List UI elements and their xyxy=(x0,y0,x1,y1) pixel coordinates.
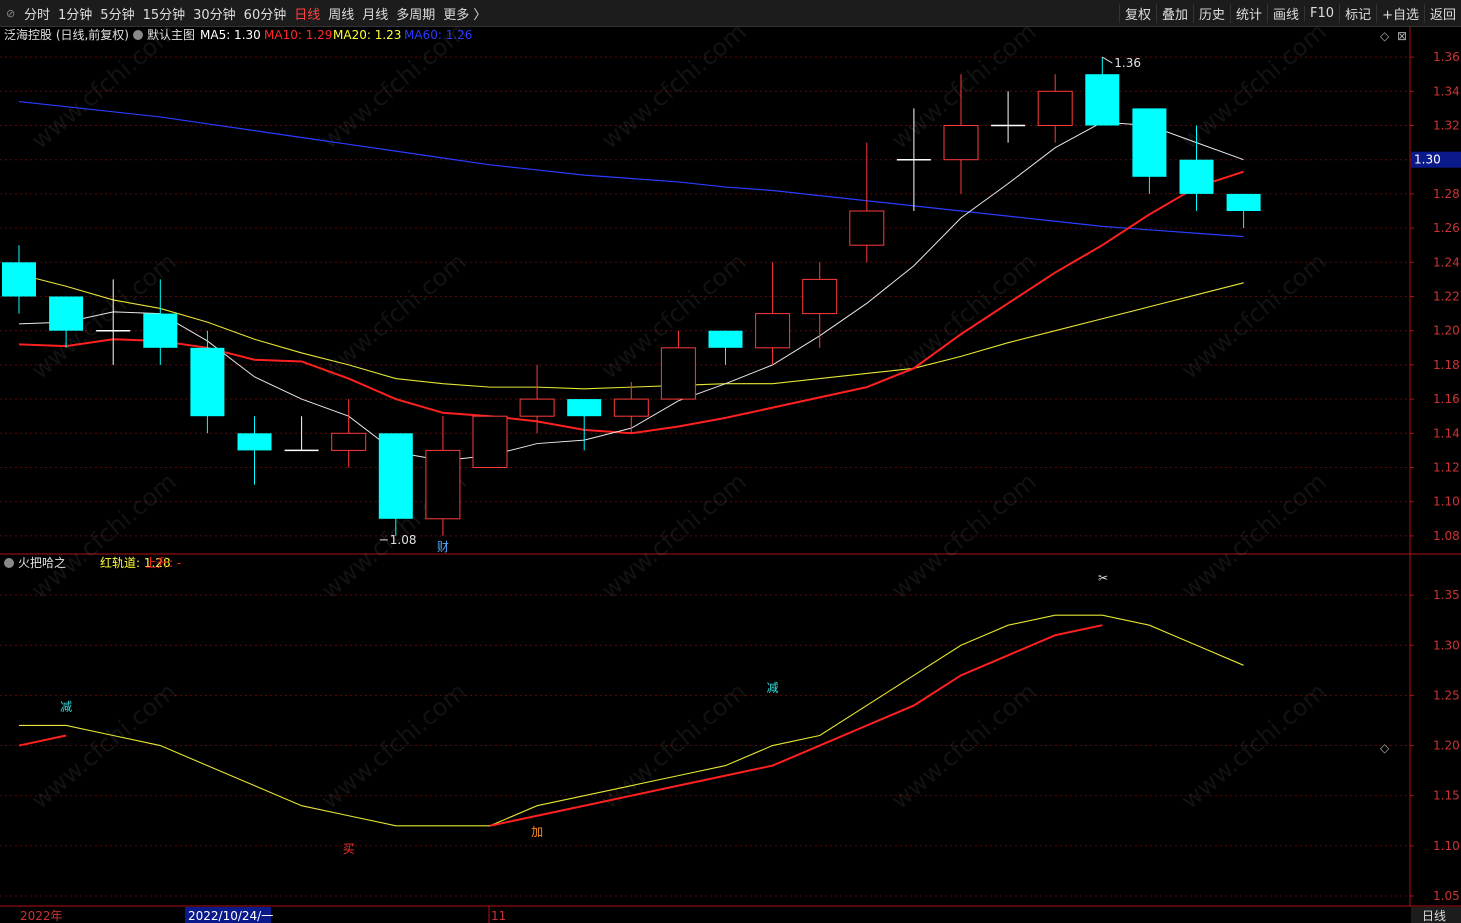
signal-label: 减 xyxy=(60,700,72,714)
candle-body xyxy=(755,313,791,349)
sub-y-tick-label: 1.05 xyxy=(1433,889,1460,903)
candle-body xyxy=(237,433,272,451)
candle-body xyxy=(943,125,979,161)
candle-body xyxy=(849,210,885,246)
tool-button-7[interactable]: +自选 xyxy=(1376,3,1424,23)
period-label: 日线 xyxy=(1422,909,1446,923)
sub-legend-item: 上升: - xyxy=(145,556,181,570)
candle-body xyxy=(1037,90,1073,127)
low-price-label: 1.08 xyxy=(390,533,417,547)
main-y-tick-label: 1.18 xyxy=(1433,358,1460,372)
main-y-tick-label: 1.08 xyxy=(1433,529,1460,543)
timeframe-tab-9[interactable]: 多周期 xyxy=(392,4,439,23)
timeframe-tab-5[interactable]: 60分钟 xyxy=(240,4,291,23)
timeframe-tab-8[interactable]: 月线 xyxy=(358,4,392,23)
tool-button-3[interactable]: 统计 xyxy=(1230,3,1267,23)
timeframe-tab-0[interactable]: 分时 xyxy=(20,4,54,23)
candle-body xyxy=(660,347,696,400)
main-y-tick-label: 1.26 xyxy=(1433,221,1460,235)
timeframe-nav: ⊘ 分时 1分钟 5分钟 15分钟 30分钟 60分钟 日线 周线 月线 多周期 更多 〉 xyxy=(6,0,490,26)
main-y-tick-label: 1.14 xyxy=(1433,426,1460,440)
candle-body xyxy=(708,330,743,348)
sub-y-tick-label: 1.35 xyxy=(1433,588,1460,602)
tool-button-0[interactable]: 复权 xyxy=(1118,3,1156,23)
sub-y-tick-label: 1.10 xyxy=(1433,839,1460,853)
main-y-tick-label: 1.22 xyxy=(1433,290,1460,304)
candle-body xyxy=(802,278,838,315)
sub-y-tick-label: 1.15 xyxy=(1433,789,1460,803)
sub-indicator-name: 火把哈之 xyxy=(18,556,66,570)
tool-button-1[interactable]: 叠加 xyxy=(1155,3,1193,23)
main-y-tick-label: 1.20 xyxy=(1433,324,1460,338)
main-y-tick-label: 1.32 xyxy=(1433,119,1460,133)
tool-button-5[interactable]: F10 xyxy=(1304,5,1339,21)
year-label: 2022年 xyxy=(20,909,63,923)
main-y-tick-label: 1.24 xyxy=(1433,255,1460,269)
close-panel-icon: ⊠ xyxy=(1397,29,1407,43)
tool-button-4[interactable]: 画线 xyxy=(1267,3,1304,23)
back-arrow-icon[interactable]: ⊘ xyxy=(6,7,20,20)
candle-body xyxy=(1179,159,1214,194)
main-y-tick-label: 1.10 xyxy=(1433,495,1460,509)
timeframe-tab-3[interactable]: 15分钟 xyxy=(139,4,190,23)
tool-button-6[interactable]: 标记 xyxy=(1339,3,1376,23)
candle-body xyxy=(472,415,508,469)
main-y-tick-label: 1.16 xyxy=(1433,392,1460,406)
price-tag: 1.30 xyxy=(1414,153,1441,167)
timeframe-tab-4[interactable]: 30分钟 xyxy=(189,4,240,23)
ma-legend-item: MA60: 1.26 xyxy=(404,28,472,42)
dropdown-circle-icon xyxy=(4,558,14,568)
candle-body xyxy=(425,449,461,520)
main-y-tick-label: 1.36 xyxy=(1433,50,1460,64)
indicator-name: 默认主图 xyxy=(147,27,195,42)
timeframe-tab-10[interactable]: 更多 〉 xyxy=(439,4,490,23)
candle-body xyxy=(2,262,36,297)
tool-button-2[interactable]: 历史 xyxy=(1192,3,1230,23)
finance-marker: 财 xyxy=(437,540,449,554)
sub-y-tick-label: 1.20 xyxy=(1433,739,1460,753)
cursor-date: 2022/10/24/一 xyxy=(188,909,273,923)
signal-label: 加 xyxy=(531,825,543,839)
candle-body xyxy=(567,399,602,417)
diamond-icon: ◇ xyxy=(1380,29,1390,43)
signal-label: 减 xyxy=(767,681,779,695)
candle-body xyxy=(331,432,367,451)
candle-body xyxy=(519,398,555,417)
main-y-tick-label: 1.34 xyxy=(1433,84,1460,98)
tool-nav: 复权 叠加 历史 统计 画线 F10 标记 +自选 返回 xyxy=(1118,0,1461,26)
dropdown-circle-icon xyxy=(133,30,143,40)
top-toolbar: ⊘ 分时 1分钟 5分钟 15分钟 30分钟 60分钟 日线 周线 月线 多周期 更多 〉 复权 叠加… xyxy=(0,0,1461,27)
candle xyxy=(472,415,508,469)
timeframe-tab-6[interactable]: 日线 xyxy=(290,4,324,23)
high-price-label: 1.36 xyxy=(1114,56,1141,70)
ma-legend-item: MA20: 1.23 xyxy=(333,28,401,42)
chart-area[interactable]: www.cfchi.com www.cfchi.com www.cfchi.com w… xyxy=(0,27,1461,923)
candle-body xyxy=(378,433,413,519)
candle-body xyxy=(190,347,225,417)
timeframe-tab-1[interactable]: 1分钟 xyxy=(54,4,96,23)
timeframe-tab-2[interactable]: 5分钟 xyxy=(96,4,138,23)
main-y-tick-label: 1.12 xyxy=(1433,461,1460,475)
candle-body xyxy=(143,313,178,348)
candle-body xyxy=(49,296,84,331)
tool-button-8[interactable]: 返回 xyxy=(1423,3,1461,23)
candle-body xyxy=(1226,193,1261,211)
scissors-icon: ✂ xyxy=(1098,571,1108,585)
candle-body xyxy=(1085,74,1120,126)
ma-legend-item: MA10: 1.29 xyxy=(264,28,332,42)
stock-name: 泛海控股 (日线,前复权) xyxy=(4,27,129,42)
sub-y-tick-label: 1.25 xyxy=(1433,688,1460,702)
main-y-tick-label: 1.28 xyxy=(1433,187,1460,201)
signal-label: 买 xyxy=(343,842,355,856)
ma-legend-item: MA5: 1.30 xyxy=(200,28,261,42)
timeframe-tab-7[interactable]: 周线 xyxy=(324,4,358,23)
candle-body xyxy=(1132,108,1167,177)
diamond-icon: ◇ xyxy=(1380,741,1390,755)
month-label: 11 xyxy=(491,909,506,923)
candle-body xyxy=(613,398,649,417)
sub-y-tick-label: 1.30 xyxy=(1433,638,1460,652)
